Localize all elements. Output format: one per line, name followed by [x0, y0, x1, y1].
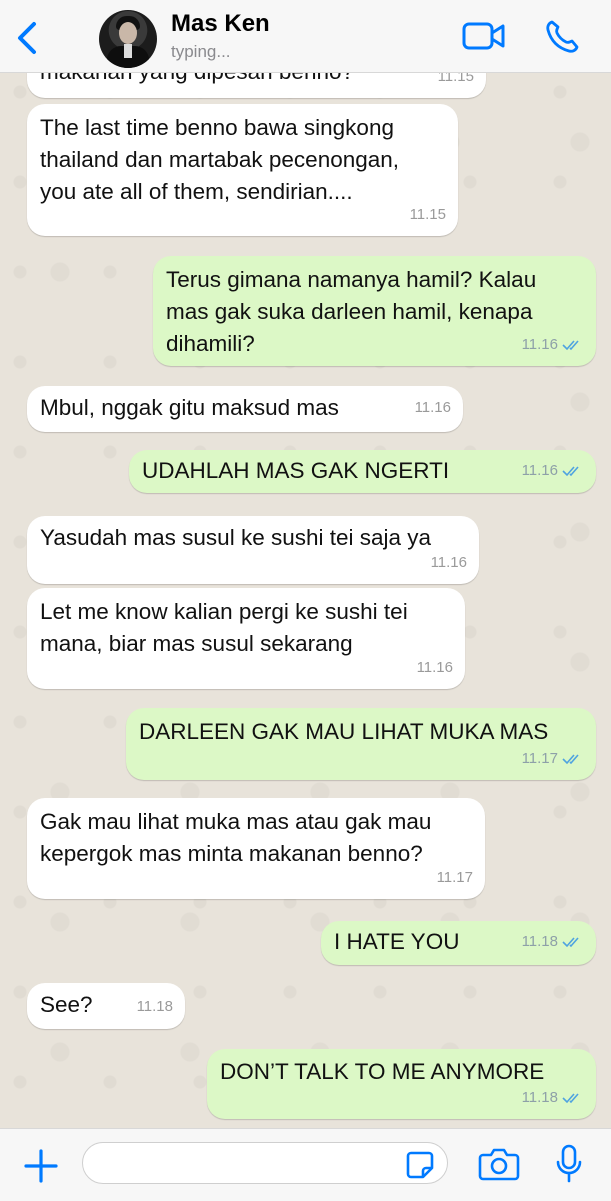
message-time: 11.15: [437, 72, 474, 85]
message-time: 11.16: [416, 659, 453, 676]
message-list[interactable]: makanan yang dipesan benno? 11.15 The la…: [0, 72, 611, 1128]
message-bubble-outgoing[interactable]: DARLEEN GAK MAU LIHAT MUKA MAS 11.17: [126, 708, 596, 780]
message-bubble-incoming[interactable]: The last time benno bawa singkong thaila…: [27, 104, 458, 236]
message-text: Yasudah mas susul ke sushi tei saja ya: [40, 525, 432, 550]
message-time: 11.16: [430, 554, 467, 571]
message-text: See?: [40, 992, 93, 1017]
message-time: 11.16: [521, 462, 558, 479]
message-bubble-outgoing[interactable]: I HATE YOU 11.18: [321, 921, 596, 965]
message-bubble-incoming[interactable]: Mbul, nggak gitu maksud mas 11.16: [27, 386, 463, 432]
message-time: 11.17: [521, 750, 558, 767]
read-receipt-icon: [562, 340, 579, 351]
message-text: Terus gimana namanya hamil? Kalau mas ga…: [166, 267, 537, 356]
message-time: 11.15: [409, 206, 446, 223]
read-receipt-icon: [562, 937, 579, 948]
contact-name[interactable]: Mas Ken: [171, 10, 270, 38]
message-bubble-incoming[interactable]: Let me know kalian pergi ke sushi tei ma…: [27, 588, 465, 689]
chat-header: Mas Ken typing...: [0, 0, 611, 73]
message-time: 11.18: [136, 998, 173, 1015]
message-text: I HATE YOU: [334, 929, 460, 954]
message-text: makanan yang dipesan benno?: [40, 72, 354, 88]
message-bubble-outgoing[interactable]: UDAHLAH MAS GAK NGERTI 11.16: [129, 450, 596, 493]
message-bubble-incoming[interactable]: Gak mau lihat muka mas atau gak mau kepe…: [27, 798, 485, 899]
message-bubble-incoming[interactable]: Yasudah mas susul ke sushi tei saja ya 1…: [27, 516, 479, 584]
message-time: 11.17: [436, 869, 473, 886]
message-time: 11.18: [521, 933, 558, 950]
message-text: Mbul, nggak gitu maksud mas: [40, 395, 339, 420]
message-text: The last time benno bawa singkong thaila…: [40, 115, 400, 204]
phone-icon[interactable]: [543, 18, 581, 56]
microphone-icon[interactable]: [554, 1143, 584, 1185]
message-text: Gak mau lihat muka mas atau gak mau kepe…: [40, 809, 432, 866]
avatar[interactable]: [99, 10, 157, 68]
read-receipt-icon: [562, 754, 579, 765]
message-text: UDAHLAH MAS GAK NGERTI: [142, 458, 450, 483]
camera-icon[interactable]: [478, 1146, 520, 1182]
message-bubble-outgoing[interactable]: DON’T TALK TO ME ANYMORE 11.18: [207, 1049, 596, 1119]
message-time: 11.18: [521, 1089, 558, 1106]
video-camera-icon[interactable]: [462, 19, 506, 53]
message-input[interactable]: [82, 1142, 448, 1184]
chevron-left-icon[interactable]: [10, 18, 44, 58]
read-receipt-icon: [562, 1093, 579, 1104]
message-input-bar: [0, 1128, 611, 1201]
plus-icon[interactable]: [22, 1147, 60, 1185]
contact-status: typing...: [171, 42, 231, 61]
sticker-icon[interactable]: [405, 1150, 435, 1180]
message-bubble-incoming[interactable]: makanan yang dipesan benno? 11.15: [27, 72, 486, 98]
message-time: 11.16: [521, 336, 558, 353]
message-text: DON’T TALK TO ME ANYMORE: [220, 1059, 545, 1084]
message-bubble-outgoing[interactable]: Terus gimana namanya hamil? Kalau mas ga…: [153, 256, 596, 366]
message-text: DARLEEN GAK MAU LIHAT MUKA MAS: [139, 719, 549, 744]
message-bubble-incoming[interactable]: See? 11.18: [27, 983, 185, 1029]
message-time: 11.16: [414, 399, 451, 416]
message-text: Let me know kalian pergi ke sushi tei ma…: [40, 599, 408, 656]
read-receipt-icon: [562, 466, 579, 477]
